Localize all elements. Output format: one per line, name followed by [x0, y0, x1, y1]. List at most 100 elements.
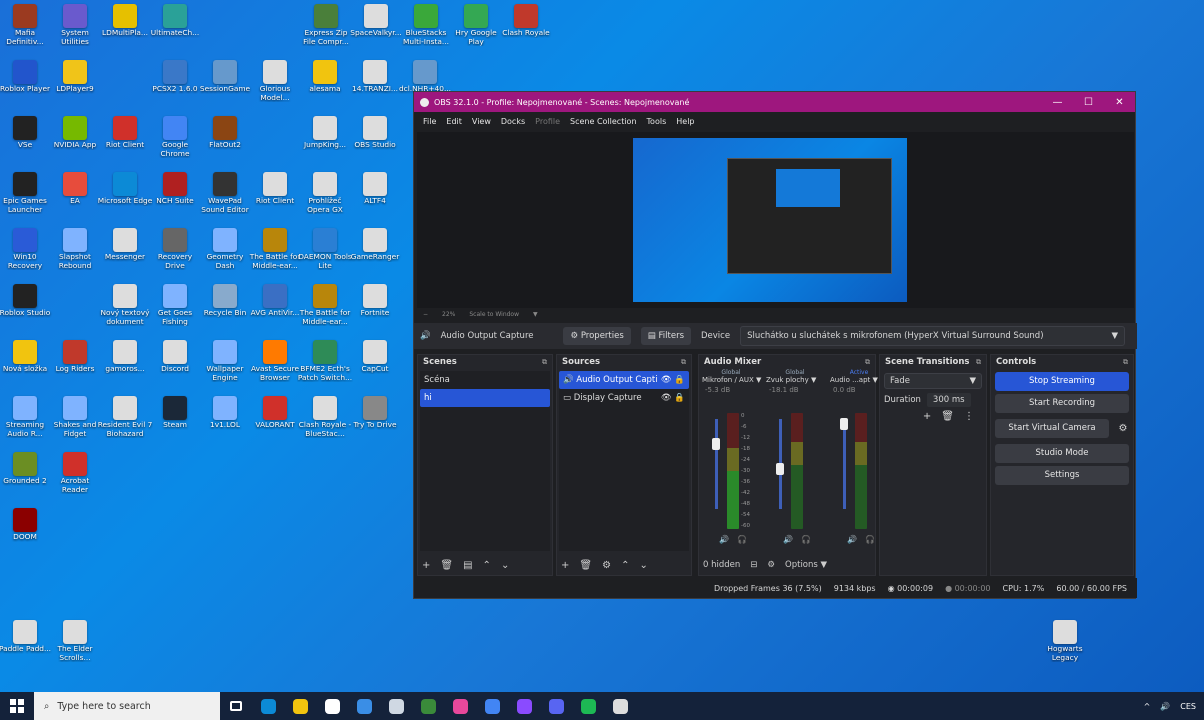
desktop-icon[interactable]: LDMultiPla...	[97, 0, 153, 56]
mute-icon[interactable]: 🔊	[719, 535, 729, 544]
fader-knob[interactable]	[840, 417, 848, 430]
desktop-icon[interactable]: DAEMON Tools Lite	[297, 224, 353, 280]
mail-taskbar-button[interactable]	[348, 692, 380, 720]
transition-select[interactable]: Fade ▼	[884, 373, 982, 389]
steam-taskbar-button[interactable]	[380, 692, 412, 720]
desktop-icon[interactable]: DOOM	[0, 504, 53, 560]
desktop-icon[interactable]: Express Zip File Compr...	[298, 0, 354, 56]
desktop-icon[interactable]: gamoros...	[97, 336, 153, 392]
popout-icon[interactable]: ⧉	[976, 358, 981, 367]
gear-icon[interactable]: ⚙	[1113, 423, 1133, 434]
desktop-icon[interactable]: Roblox Studio	[0, 280, 53, 336]
eye-icon[interactable]: 👁 🔒	[661, 375, 685, 385]
zoom-percent[interactable]: 22%	[442, 311, 455, 318]
fader-knob[interactable]	[776, 462, 784, 475]
desktop-icon[interactable]: Hogwarts Legacy	[1037, 616, 1093, 672]
desktop-icon[interactable]: Google Chrome	[147, 112, 203, 168]
desktop-icon[interactable]: Clash Royale	[498, 0, 554, 56]
store-taskbar-button[interactable]	[316, 692, 348, 720]
desktop-icon[interactable]: Recovery Drive	[147, 224, 203, 280]
source-item-selected[interactable]: 🔊 Audio Output Capti 👁 🔒	[559, 371, 689, 389]
edge-taskbar-button[interactable]	[252, 692, 284, 720]
menu-file[interactable]: File	[418, 117, 441, 126]
move-down-icon[interactable]: ⌄	[501, 560, 509, 571]
desktop-icon[interactable]: Epic Games Launcher	[0, 168, 53, 224]
desktop-icon[interactable]: VALORANT	[247, 392, 303, 448]
mixer-options-button[interactable]: Options ▼	[785, 560, 827, 570]
properties-button[interactable]: ⚙ Properties	[563, 327, 631, 345]
feather-taskbar-button[interactable]	[444, 692, 476, 720]
start-recording-button[interactable]: Start Recording	[995, 394, 1129, 413]
desktop-icon[interactable]: Grounded 2	[0, 448, 53, 504]
add-icon[interactable]: +	[422, 560, 430, 571]
maximize-button[interactable]: ☐	[1073, 92, 1104, 112]
monitor-icon[interactable]: 🎧	[865, 535, 875, 544]
gear-icon[interactable]: ⚙	[602, 560, 611, 571]
menu-edit[interactable]: Edit	[441, 117, 467, 126]
desktop-icon[interactable]: Log Riders	[47, 336, 103, 392]
popout-icon[interactable]: ⧉	[542, 358, 547, 367]
stop-streaming-button[interactable]: Stop Streaming	[995, 372, 1129, 391]
desktop-icon[interactable]: Nový textový dokument	[97, 280, 153, 336]
trash-icon[interactable]: 🗑	[440, 560, 453, 571]
volume-fader[interactable]	[715, 419, 718, 509]
desktop-icon[interactable]: Hry Google Play	[448, 0, 504, 56]
desktop-icon[interactable]: GameRanger	[347, 224, 403, 280]
desktop-icon[interactable]: Try To Drive	[347, 392, 403, 448]
more-icon[interactable]: ⋮	[964, 411, 974, 422]
scene-item[interactable]: Scéna	[420, 371, 550, 389]
trash-icon[interactable]: 🗑	[579, 560, 592, 571]
popout-icon[interactable]: ⧉	[681, 358, 686, 367]
desktop-icon[interactable]: OBS Studio	[347, 112, 403, 168]
menu-view[interactable]: View	[467, 117, 496, 126]
gear-icon[interactable]: ⚙	[767, 560, 775, 570]
desktop-icon[interactable]: The Battle for Middle-ear...	[297, 280, 353, 336]
desktop-icon[interactable]: alesama	[297, 56, 353, 112]
desktop-icon[interactable]: Microsoft Edge	[97, 168, 153, 224]
layout-icon[interactable]: ⊟	[750, 560, 757, 570]
desktop-icon[interactable]: Riot Client	[247, 168, 303, 224]
add-icon[interactable]: +	[923, 411, 931, 422]
desktop-icon[interactable]: Get Goes Fishing	[147, 280, 203, 336]
zoom-out-icon[interactable]: −	[423, 311, 428, 318]
settings-button[interactable]: Settings	[995, 466, 1129, 485]
desktop-icon[interactable]: Wallpaper Engine	[197, 336, 253, 392]
desktop-icon[interactable]: Geometry Dash	[197, 224, 253, 280]
chrome-taskbar-button[interactable]	[476, 692, 508, 720]
desktop-icon[interactable]: NVIDIA App	[47, 112, 103, 168]
desktop-icon[interactable]: PCSX2 1.6.0	[147, 56, 203, 112]
desktop-icon[interactable]: Nová složka	[0, 336, 53, 392]
device-select[interactable]: Sluchátko u sluchátek s mikrofonem (Hype…	[740, 326, 1125, 346]
duration-input[interactable]: 300 ms	[926, 393, 971, 407]
desktop-icon[interactable]: Streaming Audio R...	[0, 392, 53, 448]
desktop-icon[interactable]: The Elder Scrolls...	[47, 616, 103, 672]
channel-name[interactable]: Mikrofon / AUX ▼	[699, 376, 763, 384]
desktop-icon[interactable]: Messenger	[97, 224, 153, 280]
filters-button[interactable]: ▤ Filters	[640, 327, 691, 345]
popout-icon[interactable]: ⧉	[1123, 358, 1128, 367]
minimize-button[interactable]: —	[1042, 92, 1073, 112]
filter-icon[interactable]: ▤	[463, 560, 472, 571]
desktop-icon[interactable]: UltimateCh...	[147, 0, 203, 56]
monitor-icon[interactable]: 🎧	[737, 535, 747, 544]
move-up-icon[interactable]: ⌃	[483, 560, 491, 571]
desktop-icon[interactable]: System Utilities	[47, 0, 103, 56]
desktop-icon[interactable]: Paddle Padd...	[0, 616, 53, 672]
chevron-down-icon[interactable]: ▼	[533, 311, 538, 318]
desktop-icon[interactable]: BFME2 Ecth's Patch Switch...	[297, 336, 353, 392]
messenger-taskbar-button[interactable]	[508, 692, 540, 720]
menu-help[interactable]: Help	[671, 117, 699, 126]
minecraft-taskbar-button[interactable]	[412, 692, 444, 720]
desktop-icon[interactable]: Riot Client	[97, 112, 153, 168]
desktop-icon[interactable]: BlueStacks Multi-Insta...	[398, 0, 454, 56]
channel-name[interactable]: Zvuk plochy ▼	[763, 376, 827, 384]
spotify-taskbar-button[interactable]	[572, 692, 604, 720]
trash-icon[interactable]: 🗑	[941, 411, 954, 422]
desktop-icon[interactable]: ALTF4	[347, 168, 403, 224]
desktop-icon[interactable]: LDPlayer9	[47, 56, 103, 112]
desktop-icon[interactable]: VSe	[0, 112, 53, 168]
desktop-icon[interactable]: Resident Evil 7 Biohazard	[97, 392, 153, 448]
popout-icon[interactable]: ⧉	[865, 358, 870, 367]
move-down-icon[interactable]: ⌄	[639, 560, 647, 571]
desktop-icon[interactable]: NCH Suite	[147, 168, 203, 224]
